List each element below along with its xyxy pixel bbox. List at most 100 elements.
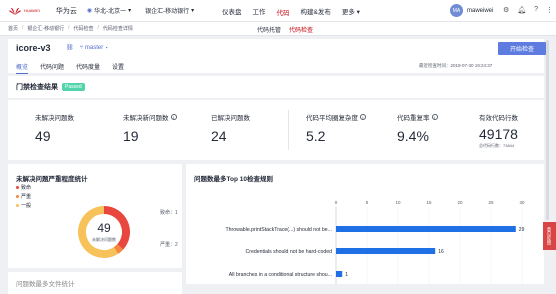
severity-title: 未解决问题严重程度统计 (16, 176, 88, 183)
region-selector[interactable]: ◉ 华北-北京一 ▾ (87, 6, 131, 15)
nav-more-label: 更多 (341, 9, 355, 16)
tab-code-issues[interactable]: 代码问题 (40, 62, 64, 74)
metric-value: 9.4% (397, 128, 429, 144)
region-label: 华北-北京一 (94, 9, 127, 15)
tab-code-metrics[interactable]: 代码度量 (76, 62, 100, 74)
gate-title: 门禁检查结果 (16, 84, 58, 91)
feedback-tab[interactable]: 意见反馈 (543, 222, 556, 250)
metric-unresolved-issues[interactable]: 未解决问题数 49 (35, 112, 74, 144)
category-label: Throwable.printStackTrace(...) should no… (226, 227, 333, 233)
data-label: 16 (438, 249, 444, 255)
data-label: 1 (345, 272, 348, 278)
metric-label: 已解决问题数 (211, 115, 250, 122)
project-selector[interactable]: 银企汇-移动银行 ▾ (145, 6, 194, 15)
brand-text: HUAWEI (24, 7, 40, 13)
user-menu[interactable]: MA maweiwei (450, 4, 493, 17)
breadcrumb-project[interactable]: 银企汇-移动银行 (27, 25, 64, 32)
category-label: All branches in a conditional structure … (229, 272, 332, 278)
main-nav: 仪表盘 工作 代码 构建&发布 更多 ▾ (222, 0, 360, 23)
metric-resolved-issues[interactable]: 已解决问题数 24 (211, 112, 250, 144)
metric-avg-complexity[interactable]: 代码平均圈复杂度 i 5.2 (306, 112, 366, 144)
status-badge: Passed (62, 83, 85, 91)
donut-center-label: 未解决问题数 (92, 236, 116, 242)
breadcrumb-current: 代码检查详情 (102, 26, 133, 32)
nav-more[interactable]: 更多 ▾ (342, 6, 360, 16)
severity-panel: 未解决问题严重程度统计 致命 严重 一般 一般：29 致命：18 严重：2 49… (8, 164, 182, 268)
donut-slice-serious[interactable] (113, 244, 124, 254)
legend-label: 一般 (21, 203, 32, 209)
legend-label: 致命 (21, 185, 32, 191)
breadcrumb-separator: / (22, 25, 24, 31)
repo-tabs: 概览 代码问题 代码度量 设置 (16, 62, 124, 74)
metrics-panel: 未解决问题数 49 未解决新问题数 i 19 已解决问题数 24 代码平均圈复杂度… (8, 100, 544, 160)
metric-label: 未解决新问题数 (123, 115, 169, 122)
x-tick-label: 0 (335, 200, 338, 205)
tab-settings[interactable]: 设置 (112, 62, 124, 74)
branch-selector[interactable]: ⑂ master ▾ (80, 45, 109, 51)
nav-dashboard[interactable]: 仪表盘 (222, 6, 242, 16)
settings-icon[interactable]: ⚙ (503, 6, 509, 14)
breadcrumb-code-check[interactable]: 代码检查 (73, 25, 93, 32)
repo-icons: ⛓ ⑂ master ▾ (66, 44, 109, 52)
repo-title: icore-v3 (16, 43, 51, 53)
metric-value: 49178 (479, 126, 518, 142)
avatar: MA (450, 4, 463, 17)
bar[interactable] (336, 226, 516, 232)
huawei-logo[interactable]: HUAWEI (8, 6, 40, 16)
bar[interactable] (336, 271, 343, 277)
nav-build-release[interactable]: 构建&发布 (301, 6, 331, 16)
branch-label: master (84, 44, 104, 51)
grid-icon[interactable]: ⋮ (546, 6, 553, 14)
info-icon[interactable]: i (431, 114, 438, 120)
legend-dot (16, 186, 19, 189)
divider (288, 110, 289, 150)
file-stats-title: 问题数最多文件统计 (16, 281, 75, 288)
donut-total: 49 (97, 221, 111, 235)
legend-label: 严重 (21, 194, 32, 200)
info-icon[interactable]: i (360, 114, 366, 120)
breadcrumb-home[interactable]: 首页 (8, 25, 18, 32)
repo-header: icore-v3 ⛓ ⑂ master ▾ 开始检查 概览 代码问题 代码度量 … (8, 39, 546, 74)
metric-label: 代码重复率 (397, 115, 430, 122)
x-tick-label: 5 (366, 200, 369, 205)
severity-legend: 致命 严重 一般 (16, 184, 31, 211)
metric-duplication-rate[interactable]: 代码重复率 i 9.4% (397, 112, 438, 144)
top10-title: 问题数最多Top 10检查规则 (194, 176, 273, 183)
nav-work[interactable]: 工作 (253, 6, 266, 16)
legend-dot (16, 204, 19, 207)
help-icon[interactable]: ? (534, 6, 538, 14)
cloud-name[interactable]: 华为云 (56, 6, 77, 16)
repo-link-icon[interactable]: ⛓ (66, 44, 74, 51)
breadcrumb-separator: / (68, 25, 70, 31)
tab-overview[interactable]: 概览 (16, 62, 29, 74)
top10-bar-chart: 0 5 10 15 20 25 30 Throwable.printStackTrace(..… (226, 200, 525, 284)
nav-code[interactable]: 代码 (276, 7, 290, 23)
category-label: Credentials should not be hard-coded (245, 249, 332, 255)
start-check-button[interactable]: 开始检查 (498, 42, 546, 55)
metric-effective-lines[interactable]: 有效代码行数 49178 总代码行数：73844 (479, 112, 518, 149)
username: maweiwei (467, 7, 494, 14)
tab-code-check[interactable]: 代码检查 (289, 25, 313, 34)
x-tick-label: 20 (457, 200, 463, 205)
metric-label: 代码平均圈复杂度 (306, 115, 358, 122)
gate-result-panel: 门禁检查结果 Passed (8, 76, 544, 98)
legend-item-fatal[interactable]: 致命 (16, 184, 31, 191)
metric-value: 19 (123, 128, 139, 144)
label-serious: 严重：2 (160, 241, 178, 248)
tab-code-hosting[interactable]: 代码托管 (257, 25, 281, 34)
label-fatal: 致命：18 (160, 209, 178, 216)
x-tick-label: 15 (426, 200, 432, 205)
metric-unresolved-new-issues[interactable]: 未解决新问题数 i 19 (123, 112, 177, 144)
breadcrumb-separator: / (97, 25, 99, 31)
huawei-flower-icon (9, 7, 21, 15)
bar[interactable] (336, 248, 436, 254)
last-check-time: 最近检查时间：2019-07-30 19:24:37 (419, 63, 493, 68)
bell-icon[interactable]: 🔔︎ (517, 6, 526, 14)
info-icon[interactable]: i (170, 114, 177, 120)
x-tick-label: 25 (488, 200, 494, 205)
scrollbar[interactable] (546, 40, 549, 220)
metric-sub: 总代码行数：73844 (479, 143, 515, 148)
legend-item-general[interactable]: 一般 (16, 202, 31, 209)
severity-donut-chart: 一般：29 致命：18 严重：2 49 未解决问题数 (78, 206, 178, 258)
legend-item-serious[interactable]: 严重 (16, 193, 31, 200)
